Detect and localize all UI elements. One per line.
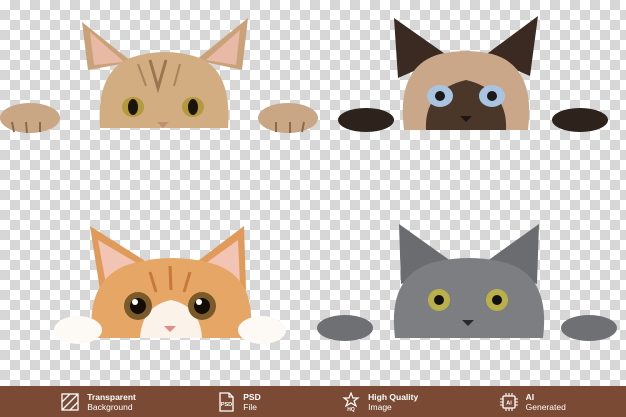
feature-ai-generated: AI AI Generated	[499, 392, 566, 412]
ai-generated-icon: AI	[499, 392, 518, 411]
transparent-background-icon	[61, 392, 79, 411]
gray-cat	[315, 220, 620, 345]
feature-label-line1: Transparent	[87, 391, 136, 402]
transparent-checkerboard-canvas	[0, 0, 626, 386]
svg-text:PSD: PSD	[221, 402, 232, 408]
feature-label-line1: High Quality	[368, 391, 419, 402]
tabby-cat	[0, 10, 320, 135]
feature-label-line2: Generated	[525, 401, 566, 412]
feature-label-line1: AI	[525, 391, 535, 402]
high-quality-image-icon: HQ	[342, 391, 360, 412]
svg-text:HQ: HQ	[347, 407, 355, 412]
feature-label-line1: PSD	[243, 391, 261, 402]
feature-footer-bar: Transparent Background PSD PSD File HQ H…	[0, 386, 626, 417]
feature-label-line2: File	[243, 401, 257, 412]
feature-psd-file: PSD PSD File	[216, 391, 261, 412]
siamese-cat	[330, 10, 620, 135]
orange-white-kitten	[50, 220, 300, 350]
feature-label-line2: Image	[368, 401, 392, 412]
psd-file-icon: PSD	[219, 391, 234, 412]
feature-high-quality: HQ High Quality Image	[341, 391, 419, 412]
feature-label-line2: Background	[87, 401, 133, 412]
feature-transparent-background: Transparent Background	[60, 392, 136, 412]
svg-text:AI: AI	[506, 400, 512, 406]
